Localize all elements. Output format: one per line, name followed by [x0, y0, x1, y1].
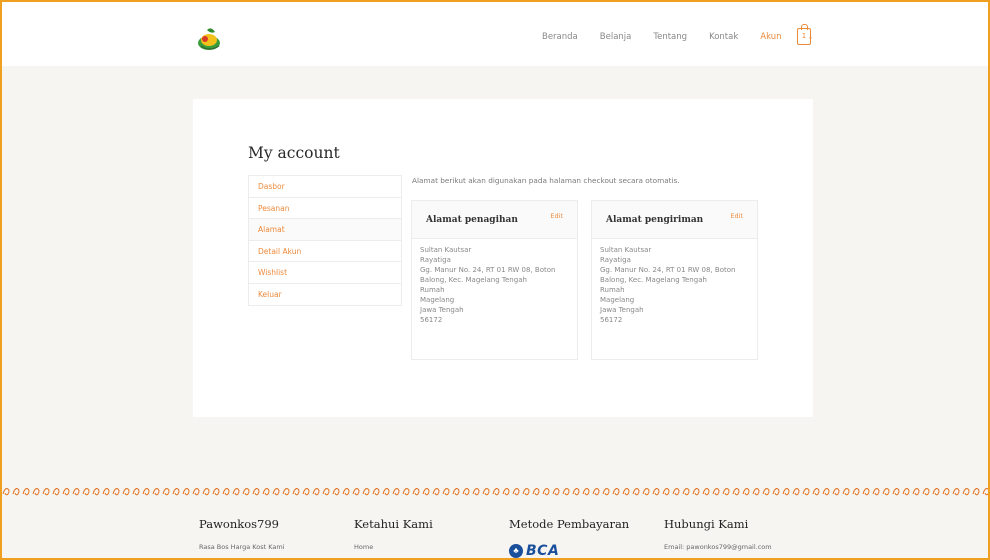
shipping-edit-link[interactable]: Edit [730, 212, 743, 220]
bca-logo-text: BCA [526, 543, 560, 559]
bca-emblem-icon: ♣ [509, 544, 523, 558]
account-menu: Dasbor Pesanan Alamat Detail Akun Wishli… [248, 175, 402, 306]
address-line: Magelang [600, 296, 635, 304]
address-line: Rumah [600, 286, 625, 294]
address-line: 56172 [600, 316, 623, 324]
site-header: Beranda Belanja Tentang Kontak Akun ⌄ 1 [2, 2, 988, 66]
footer-wave-divider [2, 485, 988, 497]
nav-kontak[interactable]: Kontak [709, 32, 738, 42]
cart-icon[interactable]: 1 [797, 24, 811, 45]
billing-address-header: Alamat penagihan Edit [412, 201, 577, 239]
footer-about-title: Ketahui Kami [354, 517, 433, 531]
shipping-address-box: Alamat pengiriman Edit Sultan Kautsar Ra… [591, 200, 758, 360]
shipping-address-lines: Sultan Kautsar Rayatiga Gg. Manur No. 24… [600, 245, 735, 325]
address-line: 56172 [420, 316, 443, 324]
shipping-address-header: Alamat pengiriman Edit [592, 201, 757, 239]
address-line: Sultan Kautsar [420, 246, 472, 254]
address-line: Gg. Manur No. 24, RT 01 RW 08, Boton [600, 266, 736, 274]
footer-col-contact: Hubungi Kami Email: pawonkos799@gmail.co… [664, 517, 772, 551]
footer-payment-title: Metode Pembayaran [509, 517, 630, 531]
page-title: My account [248, 144, 340, 162]
billing-edit-link[interactable]: Edit [550, 212, 563, 220]
account-menu-detail-akun[interactable]: Detail Akun [249, 241, 401, 262]
account-menu-pesanan[interactable]: Pesanan [249, 198, 401, 219]
account-menu-dasbor[interactable]: Dasbor [249, 176, 401, 198]
address-line: Balong, Kec. Magelang Tengah [420, 276, 527, 284]
footer-col-payment: Metode Pembayaran [509, 517, 629, 531]
footer-col-about: Ketahui Kami Home [354, 517, 433, 551]
nav-beranda[interactable]: Beranda [542, 32, 578, 42]
nav-tentang[interactable]: Tentang [653, 32, 687, 42]
address-line: Rayatiga [600, 256, 631, 264]
bca-logo: ♣ BCA [509, 543, 559, 559]
address-line: Rumah [420, 286, 445, 294]
billing-address-box: Alamat penagihan Edit Sultan Kautsar Ray… [411, 200, 578, 360]
address-line: Magelang [420, 296, 455, 304]
footer-home-link[interactable]: Home [354, 543, 433, 551]
account-menu-alamat[interactable]: Alamat [249, 219, 401, 241]
billing-address-lines: Sultan Kautsar Rayatiga Gg. Manur No. 24… [420, 245, 555, 325]
address-line: Gg. Manur No. 24, RT 01 RW 08, Boton [420, 266, 556, 274]
nav-belanja[interactable]: Belanja [600, 32, 632, 42]
footer-brand-title: Pawonkos799 [199, 517, 279, 531]
account-menu-wishlist[interactable]: Wishlist [249, 262, 401, 284]
billing-address-title: Alamat penagihan [426, 215, 518, 225]
pawonkos-logo-icon[interactable] [195, 26, 225, 52]
cart-count: 1 [801, 32, 807, 40]
address-line: Jawa Tengah [600, 306, 644, 314]
address-line: Sultan Kautsar [600, 246, 652, 254]
address-line: Rayatiga [420, 256, 451, 264]
account-menu-keluar[interactable]: Keluar [249, 284, 401, 306]
address-line: Balong, Kec. Magelang Tengah [600, 276, 707, 284]
footer-contact-title: Hubungi Kami [664, 517, 749, 531]
account-card: My account Dasbor Pesanan Alamat Detail … [193, 99, 813, 417]
footer-col-brand: Pawonkos799 Rasa Bos Harga Kost Kami [199, 517, 284, 551]
nav-akun-label: Akun [760, 32, 782, 42]
footer-email[interactable]: Email: pawonkos799@gmail.com [664, 543, 772, 551]
address-intro: Alamat berikut akan digunakan pada halam… [412, 176, 680, 185]
footer-brand-tagline: Rasa Bos Harga Kost Kami [199, 543, 285, 551]
address-line: Jawa Tengah [420, 306, 464, 314]
shipping-address-title: Alamat pengiriman [606, 215, 704, 225]
